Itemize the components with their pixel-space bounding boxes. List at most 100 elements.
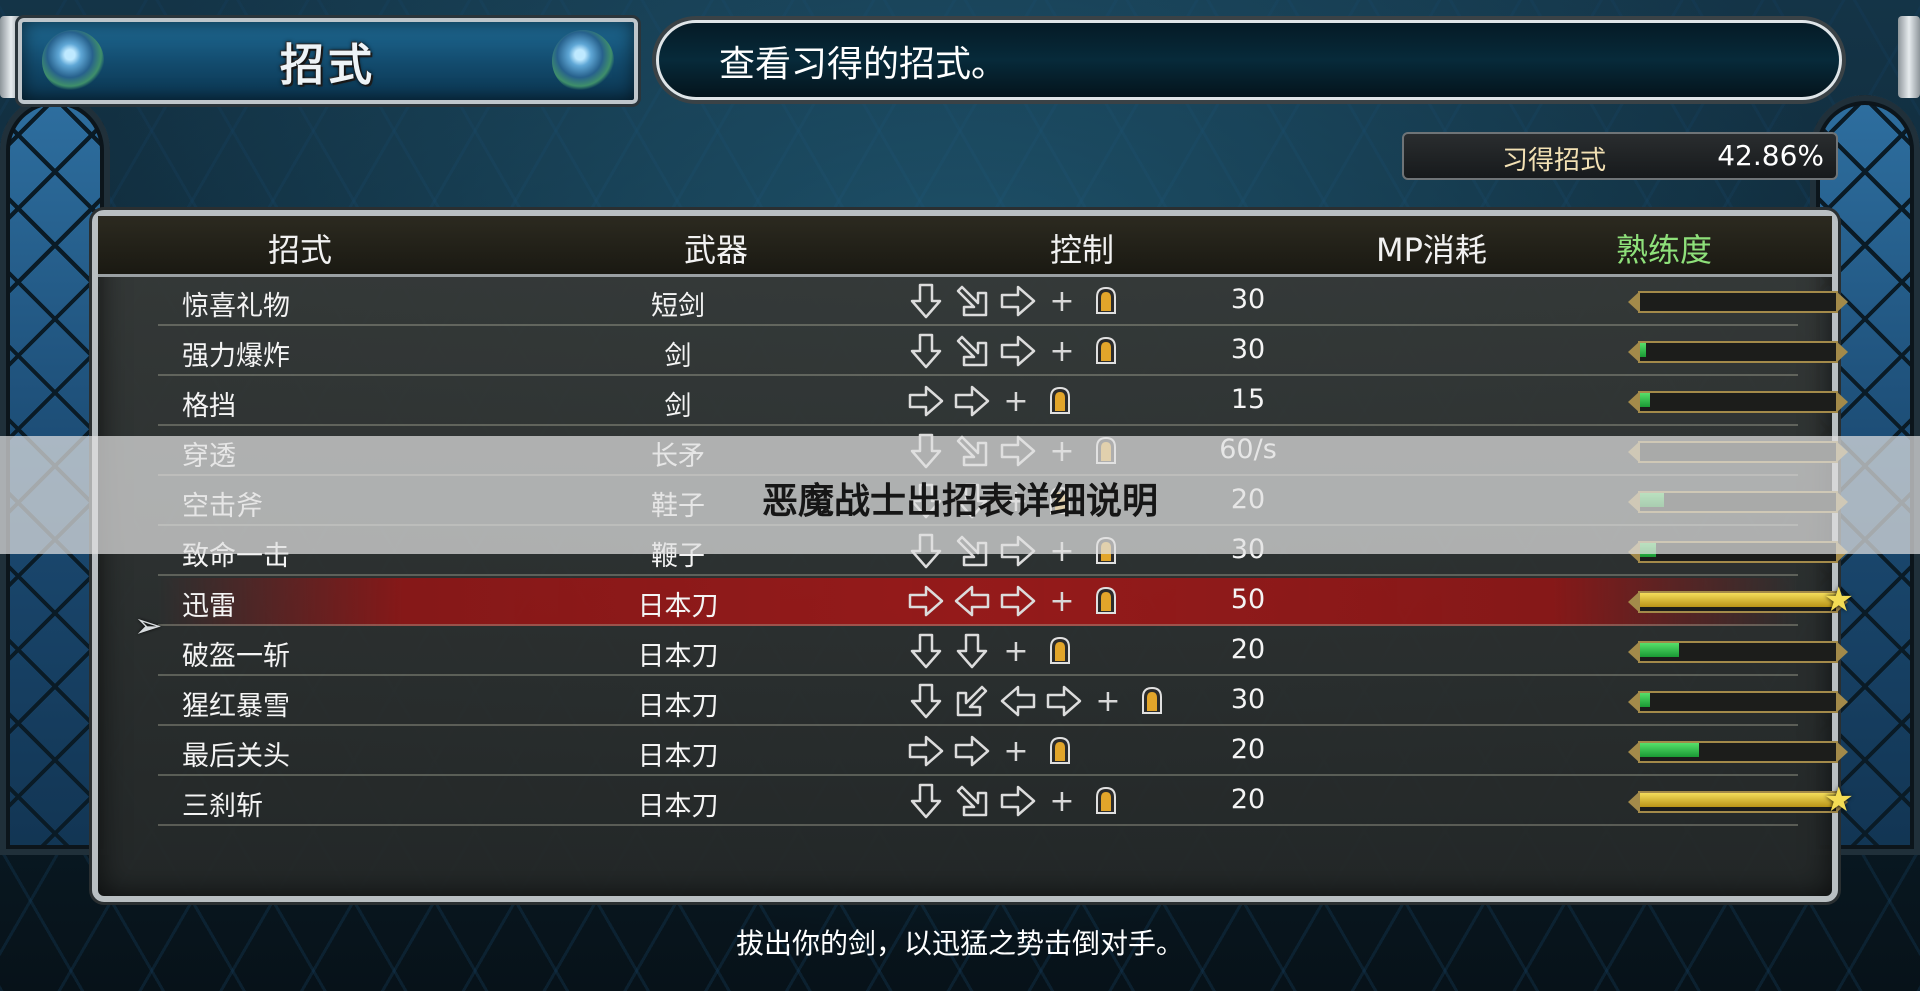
plus-icon: + bbox=[1003, 733, 1029, 769]
attack-button-icon bbox=[1040, 631, 1080, 671]
attack-button-icon bbox=[1086, 581, 1126, 621]
skill-name: 三刹斩 bbox=[182, 791, 263, 822]
skill-mp-cost: 50 bbox=[1230, 584, 1266, 615]
attack-button-icon bbox=[1040, 381, 1080, 421]
arrow-down-icon bbox=[906, 781, 946, 821]
arrow-right-icon bbox=[998, 581, 1038, 621]
table-row[interactable]: 格挡 剑 +15 bbox=[158, 378, 1848, 426]
arrow-left-icon bbox=[952, 581, 992, 621]
arrow-down-icon bbox=[906, 681, 946, 721]
column-header-weapon: 武器 bbox=[684, 231, 749, 269]
bar-frame bbox=[1638, 391, 1838, 413]
arrow-down-left-icon bbox=[952, 681, 992, 721]
table-row[interactable]: 三刹斩 日本刀 +20 ★ bbox=[158, 778, 1854, 826]
arrow-down-icon bbox=[906, 331, 946, 371]
pointer-arrow-icon: ➢ bbox=[134, 606, 163, 646]
proficiency-bar bbox=[1628, 288, 1848, 313]
skill-mp-cost: 30 bbox=[1230, 284, 1266, 315]
arrow-left-icon bbox=[998, 681, 1038, 721]
skill-name: 最后关头 bbox=[182, 741, 290, 772]
attack-button-icon bbox=[1040, 731, 1080, 771]
skill-weapon: 日本刀 bbox=[637, 591, 719, 622]
skill-weapon: 日本刀 bbox=[637, 791, 719, 822]
plus-icon: + bbox=[1049, 333, 1075, 369]
plus-icon: + bbox=[1049, 583, 1075, 619]
skill-mp-cost: 20 bbox=[1230, 784, 1266, 815]
column-header-name: 招式 bbox=[268, 231, 333, 269]
completion-value: 42.86% bbox=[1717, 139, 1824, 172]
arrow-right-icon bbox=[906, 381, 946, 421]
skill-weapon: 短剑 bbox=[651, 291, 705, 322]
attack-button-icon bbox=[1086, 331, 1126, 371]
arrow-right-icon bbox=[906, 731, 946, 771]
skill-input-sequence: + bbox=[906, 780, 1126, 822]
table-row[interactable]: 破盔一斩 日本刀 +20 bbox=[158, 628, 1848, 676]
attack-button-icon bbox=[1086, 281, 1126, 321]
arrow-right-icon bbox=[952, 731, 992, 771]
skill-input-sequence: + bbox=[906, 280, 1126, 322]
bar-cap-right bbox=[1836, 641, 1848, 663]
table-row[interactable]: 迅雷 日本刀 +50 ★ bbox=[158, 578, 1854, 626]
arrow-right-icon bbox=[1044, 681, 1084, 721]
table-row[interactable]: 猩红暴雪 日本刀 +30 bbox=[158, 678, 1848, 726]
hint-text: 查看习得的招式。 bbox=[719, 44, 1008, 85]
skill-name: 格挡 bbox=[182, 391, 236, 422]
proficiency-bar bbox=[1628, 638, 1848, 663]
proficiency-fill bbox=[1640, 793, 1836, 807]
skill-name: 惊喜礼物 bbox=[182, 291, 290, 322]
attack-button-icon bbox=[1132, 681, 1172, 721]
skill-name: 猩红暴雪 bbox=[182, 691, 290, 722]
skill-weapon: 日本刀 bbox=[637, 691, 719, 722]
arrow-down-icon bbox=[906, 631, 946, 671]
skill-input-sequence: + bbox=[906, 630, 1080, 672]
skill-weapon: 日本刀 bbox=[637, 741, 719, 772]
skill-weapon: 日本刀 bbox=[637, 641, 719, 672]
attack-button-icon bbox=[1086, 781, 1126, 821]
bar-frame bbox=[1638, 691, 1838, 713]
bar-frame bbox=[1638, 341, 1838, 363]
skill-table: 招式 武器 控制 MP消耗 熟练度 惊喜礼物 短剑 +30 强力爆炸剑 +30 格挡剑 +1… bbox=[92, 210, 1854, 902]
table-row[interactable]: 强力爆炸 剑 +30 bbox=[158, 328, 1848, 376]
star-icon: ★ bbox=[1823, 780, 1854, 820]
table-row[interactable]: 惊喜礼物 短剑 +30 bbox=[158, 278, 1848, 326]
skill-name: 迅雷 bbox=[182, 591, 236, 622]
title-plate: 招式 bbox=[18, 18, 638, 104]
skill-name: 破盔一斩 bbox=[182, 641, 290, 672]
title-overlay-banner: 恶魔战士出招表详细说明 bbox=[0, 436, 1920, 554]
arrow-right-icon bbox=[998, 781, 1038, 821]
rose-ornament-icon bbox=[42, 30, 104, 92]
arrow-down-right-icon bbox=[952, 281, 992, 321]
skill-weapon: 剑 bbox=[664, 341, 692, 372]
proficiency-fill bbox=[1640, 743, 1699, 757]
completion-box: 习得招式 42.86% bbox=[1402, 132, 1838, 180]
proficiency-bar: ★ bbox=[1628, 780, 1854, 820]
proficiency-fill bbox=[1640, 643, 1679, 657]
skill-input-sequence: + bbox=[906, 330, 1126, 372]
skill-weapon: 剑 bbox=[664, 391, 692, 422]
column-header-proficiency: 熟练度 bbox=[1616, 231, 1713, 269]
arrow-down-right-icon bbox=[952, 781, 992, 821]
bar-frame bbox=[1638, 291, 1838, 313]
arrow-right-icon bbox=[906, 581, 946, 621]
table-header: 招式 武器 控制 MP消耗 熟练度 bbox=[98, 216, 1832, 277]
proficiency-bar bbox=[1628, 688, 1848, 713]
arrow-right-icon bbox=[998, 331, 1038, 371]
skill-input-sequence: + bbox=[906, 730, 1080, 772]
proficiency-fill bbox=[1640, 393, 1650, 407]
arrow-down-right-icon bbox=[952, 331, 992, 371]
arrow-down-icon bbox=[952, 631, 992, 671]
arrow-down-icon bbox=[906, 281, 946, 321]
skill-mp-cost: 15 bbox=[1230, 384, 1266, 415]
skill-name: 强力爆炸 bbox=[182, 341, 290, 372]
screen-title: 招式 bbox=[280, 40, 376, 91]
arrow-right-icon bbox=[952, 381, 992, 421]
skill-input-sequence: + bbox=[906, 580, 1126, 622]
arrow-right-icon bbox=[998, 281, 1038, 321]
plus-icon: + bbox=[1049, 283, 1075, 319]
bar-cap-right bbox=[1836, 741, 1848, 763]
skill-input-sequence: + bbox=[906, 380, 1080, 422]
proficiency-bar bbox=[1628, 338, 1848, 363]
skill-input-sequence: + bbox=[906, 680, 1172, 722]
proficiency-bar bbox=[1628, 738, 1848, 763]
table-row[interactable]: 最后关头 日本刀 +20 bbox=[158, 728, 1848, 776]
